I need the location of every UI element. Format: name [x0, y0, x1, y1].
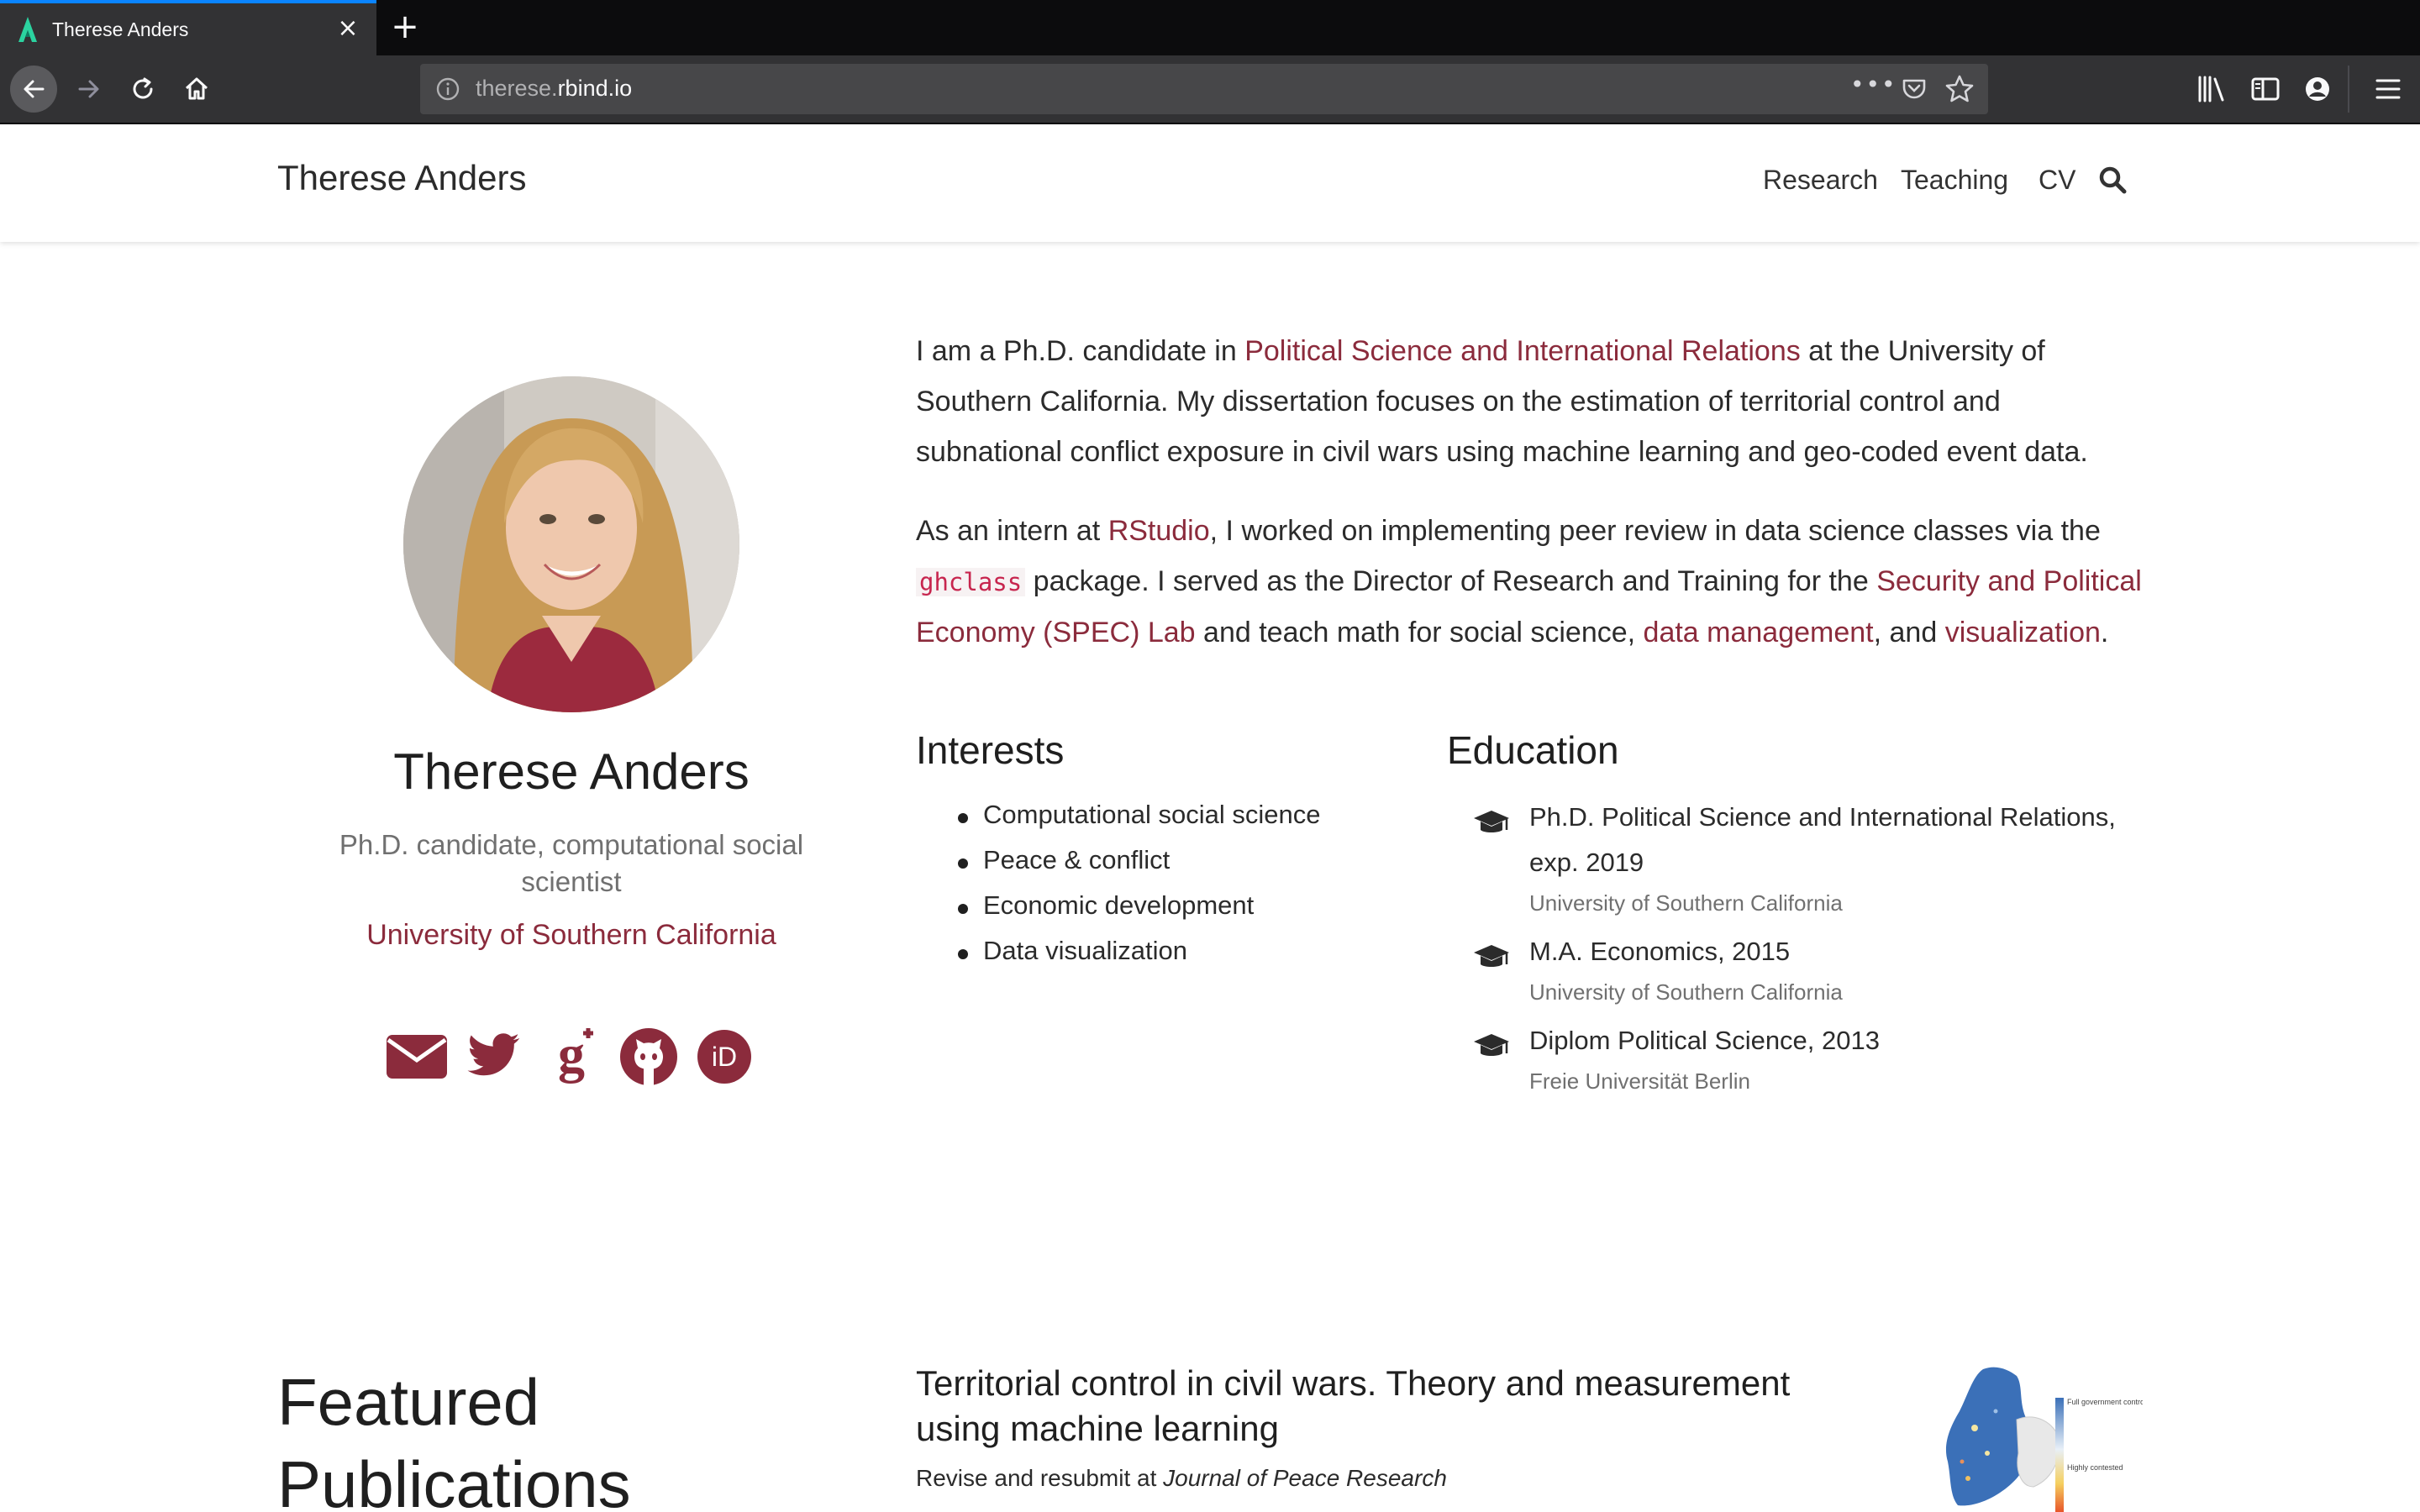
new-tab-button[interactable]: +	[390, 8, 420, 45]
home-icon	[185, 77, 208, 100]
map-legend-bottom: Highly contested	[2067, 1463, 2123, 1472]
nav-link-research[interactable]: Research	[1763, 165, 1878, 196]
education-heading: Education	[1447, 728, 1619, 772]
tab-close-icon[interactable]: ×	[333, 12, 363, 45]
interest-item: Computational social science	[983, 800, 1321, 829]
education-degree: Diplom Political Science, 2013	[1529, 1026, 1880, 1055]
arrow-left-icon	[24, 80, 45, 98]
browser-tab-bar: Therese Anders × +	[0, 0, 2420, 55]
graduation-cap-icon	[1474, 945, 1509, 967]
education-degree: M.A. Economics, 2015	[1529, 937, 1791, 966]
bullet-icon	[958, 949, 968, 959]
nav-link-cv[interactable]: CV	[2039, 165, 2075, 196]
map-legend-top: Full government control	[2067, 1398, 2143, 1406]
publication-status: Revise and resubmit at Journal of Peace …	[916, 1465, 1447, 1491]
featured-publications-heading: Featured Publications	[277, 1365, 631, 1512]
site-header: Therese Anders Research Teaching CV	[0, 124, 2420, 242]
account-icon[interactable]	[2301, 72, 2334, 106]
bio-paragraph-2: As an intern at RStudio, I worked on imp…	[916, 515, 2142, 648]
education-institution: University of Southern California	[1529, 979, 1843, 1005]
envelope-icon	[387, 1035, 447, 1079]
bookmark-star-icon[interactable]	[1944, 74, 1975, 104]
toolbar-separator	[2348, 66, 2349, 113]
interest-item: Peace & conflict	[983, 845, 1171, 874]
link-data-management[interactable]: data management	[1644, 617, 1874, 648]
pocket-icon[interactable]	[1901, 76, 1928, 102]
profile-name: Therese Anders	[393, 743, 750, 800]
avatar	[403, 376, 739, 712]
education-institution: Freie Universität Berlin	[1529, 1068, 1750, 1094]
bullet-icon	[958, 858, 968, 869]
graduation-cap-icon	[1474, 811, 1509, 832]
link-rstudio[interactable]: RStudio	[1108, 515, 1210, 547]
interest-item: Economic development	[983, 890, 1255, 920]
library-icon[interactable]	[2195, 72, 2228, 106]
browser-toolbar: therese.rbind.io •••	[0, 55, 2420, 124]
interest-item: Data visualization	[983, 936, 1187, 965]
education-institution: University of Southern California	[1529, 890, 1843, 916]
graduation-cap-icon	[1474, 1034, 1509, 1056]
profile-organization-link[interactable]: University of Southern California	[277, 919, 865, 952]
info-icon[interactable]	[435, 76, 460, 102]
bullet-icon	[958, 813, 968, 823]
hamburger-menu-icon[interactable]	[2371, 72, 2405, 106]
nav-link-teaching[interactable]: Teaching	[1901, 165, 2008, 196]
code-ghclass: ghclass	[916, 568, 1026, 596]
github-link[interactable]	[617, 1026, 681, 1087]
publication-title-link[interactable]: Territorial control in civil wars. Theor…	[916, 1361, 1857, 1452]
portrait-image	[403, 376, 739, 712]
link-political-science[interactable]: Political Science and International Rela…	[1244, 335, 1801, 367]
sidebar-icon[interactable]	[2249, 72, 2282, 106]
reload-icon	[133, 77, 153, 99]
orcid-link[interactable]: iD	[692, 1026, 756, 1087]
education-degree: Ph.D. Political Science and Internationa…	[1529, 802, 2116, 877]
bio-paragraph-1: I am a Ph.D. candidate in Political Scie…	[916, 335, 2088, 468]
twitter-link[interactable]	[462, 1026, 526, 1087]
home-button[interactable]	[173, 66, 220, 113]
bullet-icon	[958, 904, 968, 914]
browser-tab-active[interactable]: Therese Anders ×	[0, 0, 376, 55]
publication-thumbnail-map[interactable]: Full government control Highly contested	[1891, 1361, 2143, 1512]
email-link[interactable]	[385, 1026, 449, 1087]
url-bar[interactable]: therese.rbind.io •••	[420, 64, 1988, 114]
svg-text:iD: iD	[712, 1042, 737, 1072]
twitter-icon	[467, 1033, 520, 1076]
arrow-right-icon	[78, 80, 99, 98]
svg-text:g: g	[558, 1028, 585, 1084]
url-text[interactable]: therese.rbind.io	[476, 76, 632, 102]
search-icon[interactable]	[2097, 165, 2128, 195]
forward-button[interactable]	[66, 66, 113, 113]
profile-role: Ph.D. candidate, computational social sc…	[339, 829, 804, 897]
site-title-link[interactable]: Therese Anders	[277, 158, 527, 198]
tab-title: Therese Anders	[52, 18, 189, 40]
google-scholar-icon: g	[558, 1028, 593, 1084]
orcid-icon: iD	[697, 1030, 751, 1084]
interests-heading: Interests	[916, 728, 1065, 772]
reload-button[interactable]	[119, 66, 166, 113]
back-button[interactable]	[10, 66, 57, 113]
github-icon	[620, 1028, 677, 1086]
page-actions-more-icon[interactable]: •••	[1850, 71, 1897, 98]
site-favicon-icon	[18, 17, 37, 42]
link-visualization[interactable]: visualization	[1945, 617, 2101, 648]
google-scholar-link[interactable]: g	[539, 1026, 603, 1087]
